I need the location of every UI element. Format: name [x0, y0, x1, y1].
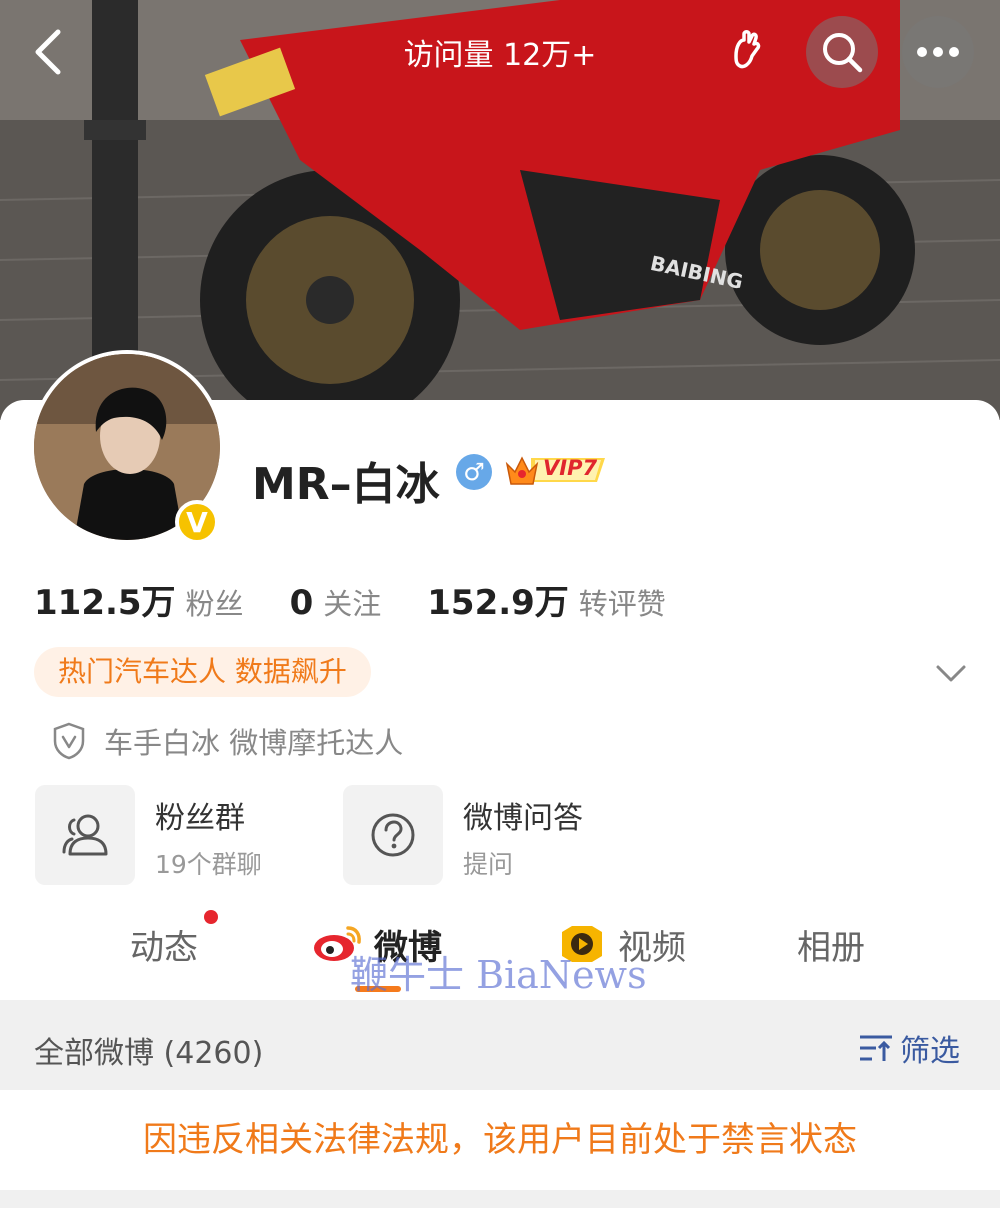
following-count[interactable]: 0: [290, 583, 314, 623]
unread-dot: [204, 910, 218, 924]
following-label[interactable]: 关注: [323, 581, 381, 623]
chevron-down-icon: [936, 665, 966, 682]
search-icon: [823, 33, 863, 73]
wave-hand-icon: [734, 30, 761, 69]
greet-button[interactable]: [710, 16, 782, 88]
bottom-divider: [0, 1190, 1000, 1208]
followers-count[interactable]: 112.5万: [34, 575, 176, 624]
filter-button[interactable]: 筛选: [858, 1026, 960, 1070]
fan-group-title[interactable]: 粉丝群: [155, 793, 245, 837]
gender-male-icon: ♂: [456, 454, 492, 490]
vip-badge[interactable]: VIP7: [505, 452, 613, 488]
ban-notice: 因违反相关法律法规，该用户目前处于禁言状态: [0, 1090, 1000, 1190]
top-navigation-bar: 访问量 12万+: [0, 0, 1000, 110]
verified-badge: V: [175, 500, 219, 544]
followers-label[interactable]: 粉丝: [186, 581, 244, 623]
tab-activity[interactable]: 动态: [130, 920, 198, 969]
hot-creator-tag[interactable]: 热门汽车达人 数据飙升: [34, 647, 371, 697]
watermark: 鞭牛士 BiaNews: [350, 953, 647, 997]
search-button[interactable]: [806, 16, 878, 88]
certification-row: 车手白冰 微博摩托达人: [52, 720, 403, 762]
stats-row: 112.5万 粉丝 0 关注 152.9万 转评赞: [34, 575, 712, 623]
more-dots-icon: [917, 47, 959, 57]
question-icon: [371, 813, 415, 857]
filter-label: 筛选: [900, 1034, 960, 1069]
fan-group-subtitle: 19个群聊: [155, 850, 262, 879]
expand-button[interactable]: [934, 656, 968, 690]
engagement-label: 转评赞: [578, 587, 666, 621]
certification-text: 车手白冰 微博摩托达人: [104, 726, 404, 760]
group-icon: [62, 814, 108, 856]
shield-icon: [53, 722, 85, 760]
tab-album[interactable]: 相册: [797, 920, 865, 969]
weibo-qa-subtitle[interactable]: 提问: [463, 845, 513, 881]
filter-icon: [860, 1035, 892, 1061]
all-weibo-count: 全部微博 (4260): [34, 1036, 264, 1071]
engagement-count: 152.9万: [427, 583, 569, 623]
weibo-qa-title[interactable]: 微博问答: [463, 793, 583, 837]
weibo-qa-tile[interactable]: [343, 785, 443, 885]
more-button[interactable]: [902, 16, 974, 88]
vip-label: VIP7: [543, 456, 598, 480]
feed-filter-bar: 全部微博 (4260) 筛选: [0, 1000, 1000, 1090]
profile-name: MR–白冰: [252, 459, 440, 510]
fan-group-tile[interactable]: [35, 785, 135, 885]
